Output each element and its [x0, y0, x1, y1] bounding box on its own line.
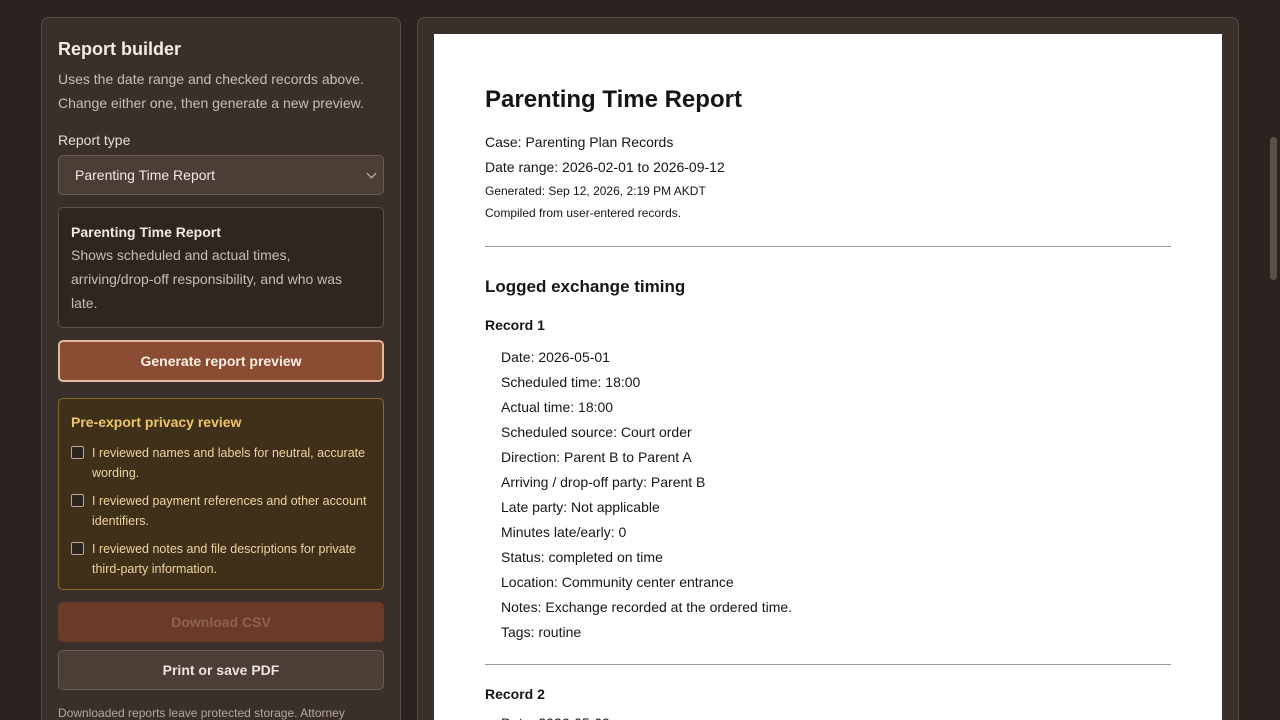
record-field: Actual time: 18:00 — [501, 399, 614, 415]
report-compiled-note: Compiled from user-entered records. — [485, 206, 682, 220]
generate-preview-button[interactable]: Generate report preview — [58, 340, 384, 382]
record-field: Date: 2026-05-01 — [501, 349, 610, 365]
print-pdf-button[interactable]: Print or save PDF — [58, 650, 384, 690]
privacy-review-title: Pre-export privacy review — [71, 414, 242, 430]
report-type-info-box: Parenting Time Report Shows scheduled an… — [58, 207, 384, 328]
privacy-check-label: I reviewed notes and file descriptions f… — [92, 542, 357, 576]
divider — [485, 246, 1171, 247]
report-builder-title: Report builder — [58, 39, 182, 59]
report-type-info-text: Shows scheduled and actual times, arrivi… — [71, 247, 343, 311]
report-generated: Generated: Sep 12, 2026, 2:19 PM AKDT — [485, 184, 706, 198]
privacy-check-payments[interactable]: I reviewed payment references and other … — [71, 491, 371, 531]
record-field: Status: completed on time — [501, 549, 663, 565]
report-type-value: Parenting Time Report — [75, 167, 216, 183]
record-field: Location: Community center entrance — [501, 574, 734, 590]
report-builder-panel: Report builder Uses the date range and c… — [41, 17, 401, 720]
record-field: Date: 2026-05-09 — [485, 711, 1171, 720]
record-title: Record 2 — [485, 686, 545, 702]
record-field: Scheduled time: 18:00 — [501, 374, 641, 390]
report-preview-panel: Parenting Time Report Case: Parenting Pl… — [417, 17, 1239, 720]
report-builder-description: Uses the date range and checked records … — [58, 71, 364, 111]
privacy-check-label: I reviewed payment references and other … — [92, 494, 367, 528]
checkbox[interactable] — [71, 494, 84, 507]
record-fields: Date: 2026-05-01 Scheduled time: 18:00 A… — [485, 345, 1171, 645]
record-field: Late party: Not applicable — [501, 499, 660, 515]
divider — [485, 664, 1171, 665]
privacy-review-box: Pre-export privacy review I reviewed nam… — [58, 398, 384, 590]
report-type-label: Report type — [58, 132, 131, 148]
record-field: Scheduled source: Court order — [501, 424, 692, 440]
checkbox[interactable] — [71, 542, 84, 555]
export-footnote: Downloaded reports leave protected stora… — [58, 706, 345, 720]
report-type-info-title: Parenting Time Report — [71, 224, 221, 240]
checkbox[interactable] — [71, 446, 84, 459]
report-document: Parenting Time Report Case: Parenting Pl… — [434, 34, 1222, 720]
download-csv-button[interactable]: Download CSV — [58, 602, 384, 642]
record-field: Tags: routine — [501, 624, 582, 640]
report-case: Case: Parenting Plan Records — [485, 134, 674, 150]
privacy-check-label: I reviewed names and labels for neutral,… — [92, 446, 366, 480]
record-field: Direction: Parent B to Parent A — [501, 449, 692, 465]
chevron-down-icon — [366, 168, 377, 178]
report-title: Parenting Time Report — [485, 86, 742, 113]
privacy-check-names[interactable]: I reviewed names and labels for neutral,… — [71, 443, 371, 483]
record-field: Arriving / drop-off party: Parent B — [501, 474, 706, 490]
record-field: Minutes late/early: 0 — [501, 524, 627, 540]
privacy-check-notes[interactable]: I reviewed notes and file descriptions f… — [71, 539, 371, 579]
report-date-range: Date range: 2026-02-01 to 2026-09-12 — [485, 159, 725, 175]
record-field: Notes: Exchange recorded at the ordered … — [501, 599, 793, 615]
page-scrollbar[interactable] — [1270, 137, 1277, 280]
section-title: Logged exchange timing — [485, 277, 686, 296]
report-type-select[interactable]: Parenting Time Report — [58, 155, 384, 195]
record-title: Record 1 — [485, 317, 545, 333]
